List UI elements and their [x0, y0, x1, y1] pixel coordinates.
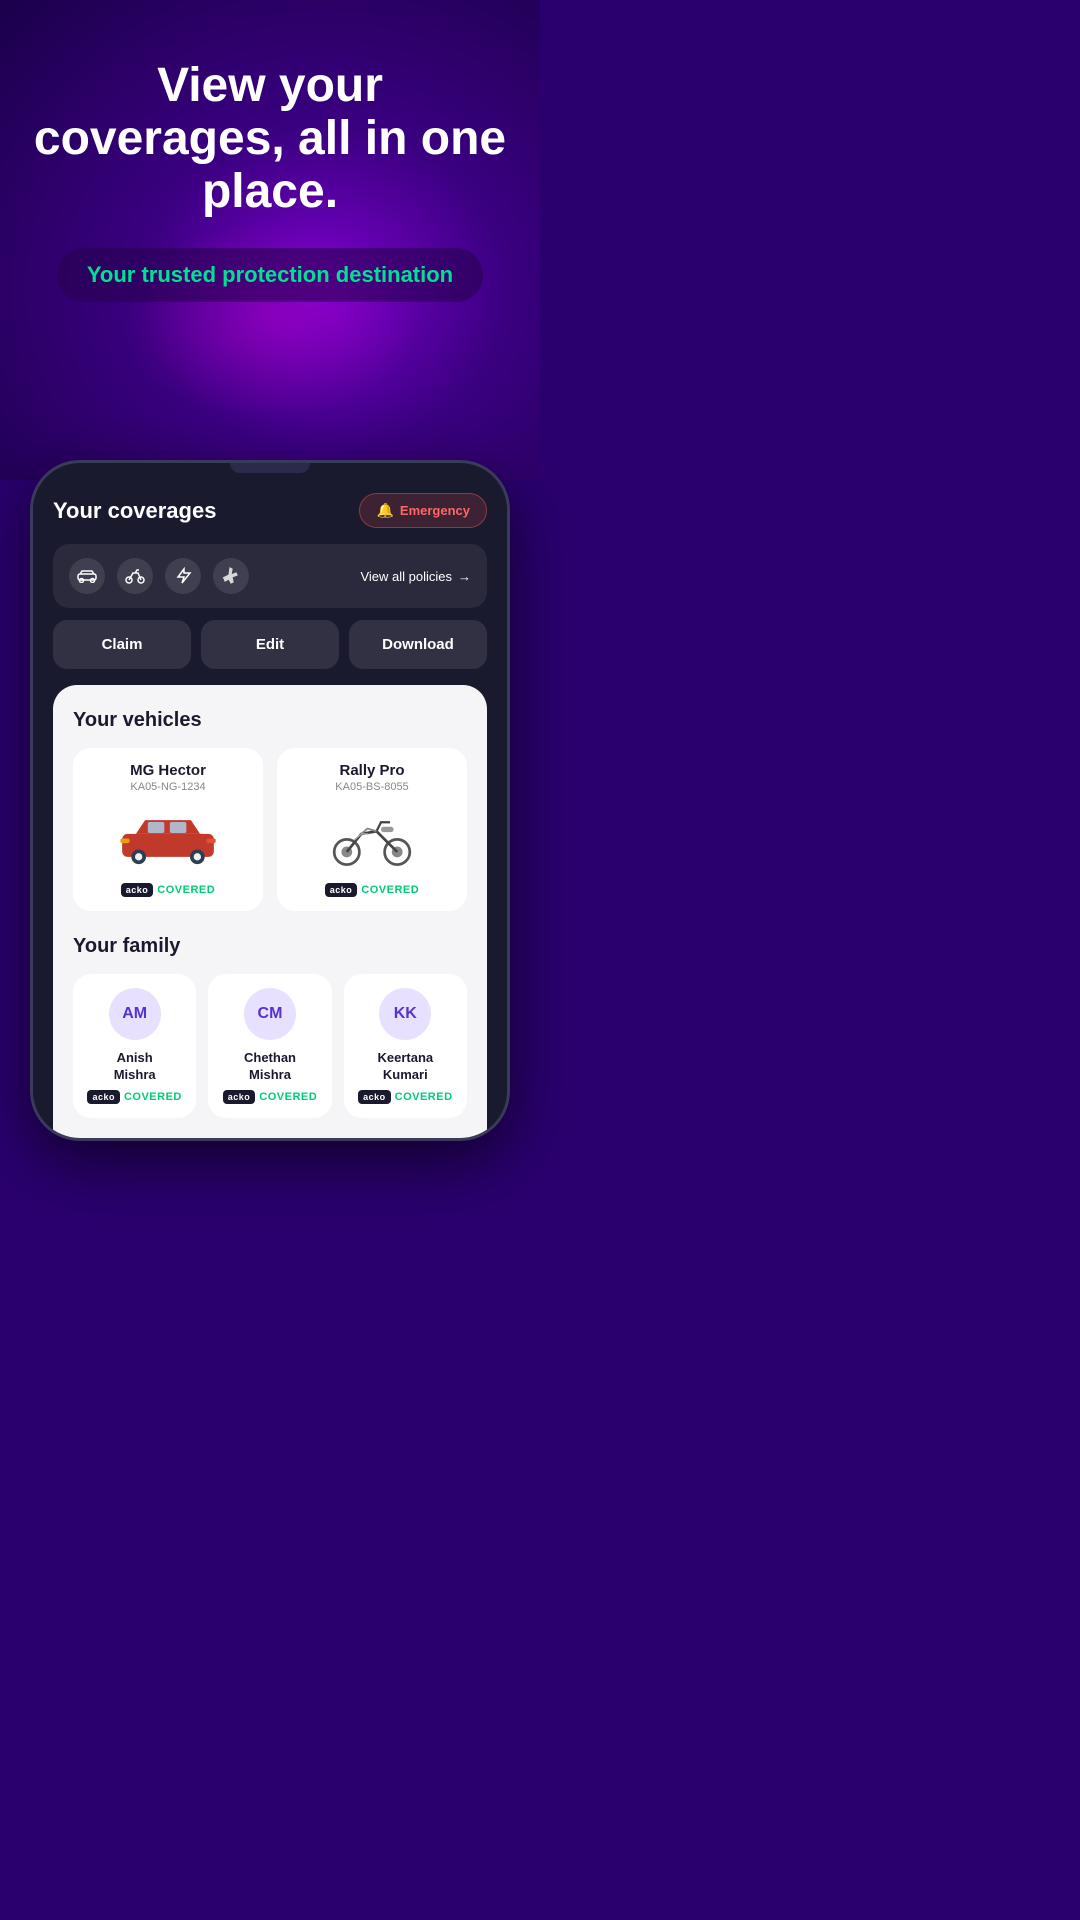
vehicle-card-mg-hector[interactable]: MG Hector KA05-NG-1234 [73, 748, 263, 911]
emergency-bell-icon: 🔔 [376, 502, 393, 519]
vehicle-plate-rally: KA05-BS-8055 [335, 781, 408, 793]
rally-covered-badge: acko COVERED [325, 883, 419, 897]
chethan-covered-badge: acko COVERED [223, 1090, 317, 1104]
vehicles-section-title: Your vehicles [73, 709, 467, 732]
view-all-policies-link[interactable]: View all policies → [360, 569, 471, 584]
hero-title: View your coverages, all in one place. [30, 60, 510, 218]
arrow-right-icon: → [458, 569, 471, 584]
avatar-chethan: CM [244, 988, 296, 1040]
bottom-background [0, 1141, 540, 1181]
vehicle-image-mg [87, 803, 249, 873]
mg-covered-text: COVERED [157, 884, 215, 896]
car-policy-icon[interactable] [69, 558, 105, 594]
emergency-label: Emergency [400, 503, 470, 518]
acko-logo-keertana: acko [358, 1090, 391, 1104]
edit-button[interactable]: Edit [201, 620, 339, 669]
hero-section: View your coverages, all in one place. Y… [0, 0, 540, 480]
rally-covered-text: COVERED [361, 884, 419, 896]
family-card-anish[interactable]: AM AnishMishra acko COVERED [73, 974, 196, 1118]
ev-policy-icon[interactable] [165, 558, 201, 594]
acko-logo-mg: acko [121, 883, 154, 897]
emergency-button[interactable]: 🔔 Emergency [359, 493, 487, 528]
hero-subtitle-wrapper: Your trusted protection destination [57, 248, 483, 302]
vehicle-image-rally [291, 803, 453, 873]
chethan-covered-text: COVERED [259, 1091, 317, 1103]
avatar-keertana: KK [379, 988, 431, 1040]
policy-icons-group [69, 558, 249, 594]
vehicle-card-rally-pro[interactable]: Rally Pro KA05-BS-8055 [277, 748, 467, 911]
coverage-title: Your coverages [53, 498, 216, 524]
keertana-covered-text: COVERED [395, 1091, 453, 1103]
acko-logo-chethan: acko [223, 1090, 256, 1104]
action-buttons-group: Claim Edit Download [53, 620, 487, 669]
anish-covered-badge: acko COVERED [87, 1090, 181, 1104]
acko-logo-rally: acko [325, 883, 358, 897]
phone-container: Your coverages 🔔 Emergency [0, 460, 540, 1141]
phone-mockup: Your coverages 🔔 Emergency [30, 460, 510, 1141]
claim-button[interactable]: Claim [53, 620, 191, 669]
family-row: AM AnishMishra acko COVERED CM ChethanMi… [73, 974, 467, 1118]
phone-content: Your coverages 🔔 Emergency [33, 473, 507, 1138]
acko-logo-anish: acko [87, 1090, 120, 1104]
vehicle-name-rally: Rally Pro [339, 762, 404, 779]
white-content-area: Your vehicles MG Hector KA05-NG-1234 [53, 685, 487, 1138]
hero-subtitle: Your trusted protection destination [87, 262, 453, 288]
anish-covered-text: COVERED [124, 1091, 182, 1103]
family-name-anish: AnishMishra [114, 1050, 156, 1084]
vehicles-row: MG Hector KA05-NG-1234 [73, 748, 467, 911]
family-name-chethan: ChethanMishra [244, 1050, 296, 1084]
vehicle-name-mg: MG Hector [130, 762, 206, 779]
family-section-title: Your family [73, 935, 467, 958]
family-card-keertana[interactable]: KK KeertanaKumari acko COVERED [344, 974, 467, 1118]
coverage-header: Your coverages 🔔 Emergency [53, 493, 487, 528]
view-all-label: View all policies [360, 569, 452, 584]
download-button[interactable]: Download [349, 620, 487, 669]
vehicle-plate-mg: KA05-NG-1234 [130, 781, 205, 793]
policy-row: View all policies → [53, 544, 487, 608]
mg-covered-badge: acko COVERED [121, 883, 215, 897]
family-name-keertana: KeertanaKumari [378, 1050, 434, 1084]
family-card-chethan[interactable]: CM ChethanMishra acko COVERED [208, 974, 331, 1118]
phone-notch [230, 463, 310, 473]
flight-policy-icon[interactable] [213, 558, 249, 594]
keertana-covered-badge: acko COVERED [358, 1090, 452, 1104]
bike-policy-icon[interactable] [117, 558, 153, 594]
avatar-anish: AM [109, 988, 161, 1040]
